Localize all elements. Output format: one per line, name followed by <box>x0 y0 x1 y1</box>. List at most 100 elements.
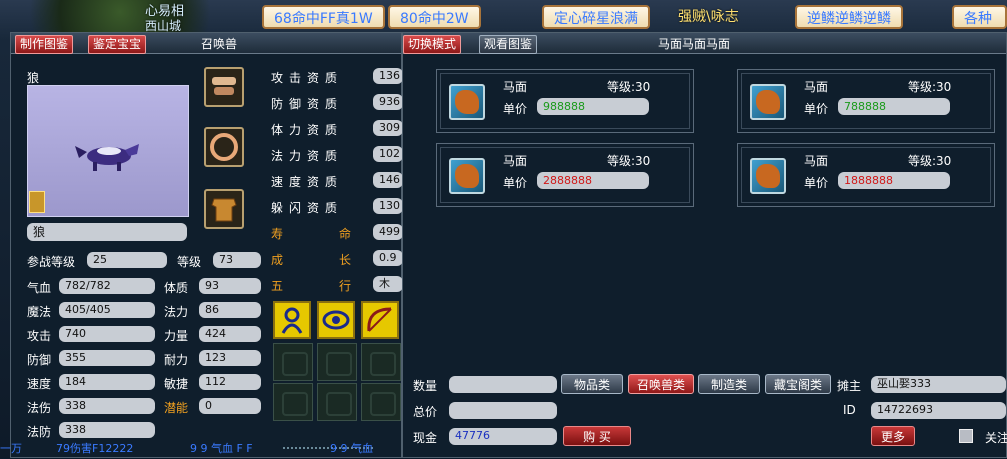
skill-slot-2[interactable] <box>317 301 355 339</box>
aptitude-value: 146 <box>373 172 403 188</box>
skill-slot-empty[interactable] <box>361 383 401 421</box>
listing-price: 988888 <box>537 98 649 115</box>
aptitude-label: 防御资质 <box>271 97 344 111</box>
skill-slot-empty[interactable] <box>361 343 401 381</box>
bg-text-fragment: 9 9 气血 F F <box>190 442 253 455</box>
lifespan-value: 499 <box>373 224 403 240</box>
bow-skill-icon <box>367 307 392 332</box>
identify-pet-button[interactable]: 鉴定宝宝 <box>88 35 147 54</box>
switch-mode-button[interactable]: 切换模式 <box>403 35 462 54</box>
attr-value: 112 <box>199 374 261 390</box>
listing-price: 788888 <box>838 98 950 115</box>
make-catalog-button[interactable]: 制作图鉴 <box>15 35 74 54</box>
potential-value: 0 <box>199 398 261 414</box>
pet-type-label: 狼 <box>27 71 40 85</box>
growth-value: 0.9 <box>373 250 403 266</box>
category-items-button[interactable]: 物品类 <box>561 374 623 394</box>
stat-label: 速度 <box>27 377 52 391</box>
category-crafting-button[interactable]: 制造类 <box>698 374 760 394</box>
aptitude-label: 攻击资质 <box>271 71 344 85</box>
equip-slot-bracer[interactable] <box>204 67 244 107</box>
horse-face-icon <box>750 84 786 120</box>
battle-level-value: 25 <box>87 252 167 268</box>
bg-text-fragment: 79伤害F12222 <box>56 442 134 455</box>
quantity-input[interactable] <box>449 376 557 393</box>
owner-value: 巫山娶333 <box>871 376 1006 393</box>
aptitude-value: 136 <box>373 68 403 84</box>
listing-name: 马面 <box>503 154 528 168</box>
equip-slot-ring[interactable] <box>204 127 244 167</box>
pet-book-icon[interactable] <box>29 191 45 213</box>
level-value: 73 <box>213 252 261 268</box>
pet-listing-card[interactable]: 马面 等级:30 单价 988888 <box>436 69 694 133</box>
element-value: 木 <box>373 276 403 292</box>
pet-panel-header: 制作图鉴 鉴定宝宝 召唤兽 <box>11 33 401 54</box>
stall-panel-header: 切换模式 观看图鉴 马面马面马面 <box>403 33 1006 54</box>
total-value <box>449 402 557 419</box>
aptitude-value: 309 <box>373 120 403 136</box>
attr-value: 424 <box>199 326 261 342</box>
attr-label: 力量 <box>164 329 189 343</box>
category-pets-button[interactable]: 召唤兽类 <box>628 374 694 394</box>
follow-checkbox[interactable] <box>959 429 973 443</box>
view-catalog-button[interactable]: 观看图鉴 <box>479 35 538 54</box>
top-banner: 心易相 西山城 68命中FF真1W 80命中2W 定心碎星浪满 强贼\咏志 逆鳞… <box>0 0 1007 33</box>
bg-text-fragment: 9 9 气血 <box>330 442 373 455</box>
skill-slot-empty[interactable] <box>317 383 357 421</box>
category-treasure-button[interactable]: 藏宝阁类 <box>765 374 831 394</box>
aptitude-label: 法力资质 <box>271 149 344 163</box>
horse-face-icon <box>449 84 485 120</box>
top-tag-3: 定心碎星浪满 <box>542 5 650 29</box>
horse-face-icon <box>750 158 786 194</box>
level-label: 等级 <box>177 255 202 269</box>
pet-listing-card[interactable]: 马面 等级:30 单价 788888 <box>737 69 995 133</box>
top-tag-2: 80命中2W <box>388 5 481 29</box>
listing-name: 马面 <box>804 154 829 168</box>
equip-slot-armor[interactable] <box>204 189 244 229</box>
stat-value: 338 <box>59 398 155 414</box>
listing-level: 等级:30 <box>607 80 651 94</box>
attr-label: 耐力 <box>164 353 189 367</box>
pet-listing-card[interactable]: 马面 等级:30 单价 2888888 <box>436 143 694 207</box>
horse-face-icon <box>449 158 485 194</box>
listing-price: 1888888 <box>838 172 950 189</box>
attr-value: 86 <box>199 302 261 318</box>
listing-price-label: 单价 <box>503 176 528 190</box>
skill-slot-empty[interactable] <box>273 343 313 381</box>
skill-slot-empty[interactable] <box>273 383 313 421</box>
buy-button[interactable]: 购 买 <box>563 426 631 446</box>
pet-panel-title: 召唤兽 <box>201 37 238 51</box>
stall-title: 马面马面马面 <box>658 37 731 51</box>
skill-slot-empty[interactable] <box>317 343 357 381</box>
top-tag-1: 68命中FF真1W <box>262 5 385 29</box>
follow-label: 关注 <box>985 431 1007 445</box>
stat-value: 184 <box>59 374 155 390</box>
total-label: 总价 <box>413 405 438 419</box>
skill-slot-3[interactable] <box>361 301 399 339</box>
listing-level: 等级:30 <box>908 154 952 168</box>
ring-icon <box>210 133 238 161</box>
stat-label: 魔法 <box>27 305 52 319</box>
more-button[interactable]: 更多 <box>871 426 915 446</box>
skill-slot-1[interactable] <box>273 301 311 339</box>
stat-value: 740 <box>59 326 155 342</box>
top-title-fragment: 强贼\咏志 <box>678 9 739 25</box>
stat-value: 355 <box>59 350 155 366</box>
listing-level: 等级:30 <box>607 154 651 168</box>
bracer-icon <box>212 77 236 95</box>
bg-text-fragment: 一万 <box>0 442 22 455</box>
armor-icon <box>211 198 237 222</box>
stat-label: 法防 <box>27 425 52 439</box>
id-value: 14722693 <box>871 402 1006 419</box>
top-tag-4: 逆鳞逆鳞逆鳞 <box>795 5 903 29</box>
cash-value: 47776 <box>449 428 557 445</box>
aptitude-value: 936 <box>373 94 403 110</box>
pet-name-field[interactable]: 狼 <box>27 223 187 241</box>
attr-value: 123 <box>199 350 261 366</box>
stat-label: 防御 <box>27 353 52 367</box>
listing-name: 马面 <box>503 80 528 94</box>
listing-price-label: 单价 <box>503 102 528 116</box>
pet-listing-card[interactable]: 马面 等级:30 单价 1888888 <box>737 143 995 207</box>
listing-level: 等级:30 <box>908 80 952 94</box>
stall-panel: 切换模式 观看图鉴 马面马面马面 马面 等级:30 单价 988888 马面 等… <box>402 32 1007 458</box>
